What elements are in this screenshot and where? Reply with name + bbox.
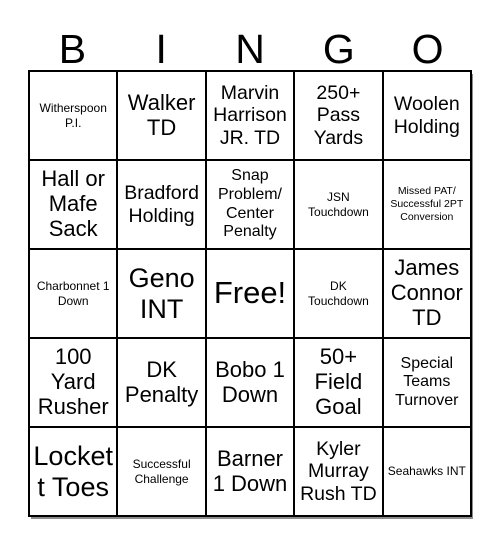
- bingo-grid: Witherspoon P.I. Walker TD Marvin Harris…: [28, 70, 472, 517]
- bingo-cell[interactable]: Witherspoon P.I.: [30, 72, 119, 161]
- bingo-cell[interactable]: Bobo 1 Down: [206, 339, 296, 428]
- bingo-cell-label: Hall or Mafe Sack: [41, 166, 105, 241]
- bingo-cell[interactable]: JSN Touchdown: [295, 161, 384, 250]
- bingo-cell[interactable]: Seahawks INT: [383, 428, 472, 517]
- bingo-cell[interactable]: Bradford Holding: [118, 161, 207, 250]
- bingo-header-letter-o: O: [411, 26, 444, 72]
- bingo-card: B I N G O Witherspoon P.I. Walker TD Mar…: [28, 14, 472, 517]
- bingo-header-row: B I N G O: [28, 14, 472, 70]
- bingo-cell[interactable]: Walker TD: [118, 72, 207, 161]
- bingo-cell[interactable]: Hall or Mafe Sack: [30, 161, 119, 250]
- bingo-cell-label: Walker TD: [127, 89, 196, 140]
- bingo-cell[interactable]: Lockett Toes: [30, 428, 119, 517]
- bingo-cell-label: Witherspoon P.I.: [39, 100, 107, 130]
- bingo-cell[interactable]: 100 Yard Rusher: [30, 339, 119, 428]
- bingo-cell[interactable]: 50+ Field Goal: [295, 339, 384, 428]
- bingo-cell[interactable]: 250+ Pass Yards: [295, 72, 384, 161]
- bingo-cell-label: JSN Touchdown: [308, 189, 369, 219]
- bingo-cell-label: 250+ Pass Yards: [313, 82, 364, 149]
- bingo-cell[interactable]: Woolen Holding: [383, 72, 472, 161]
- bingo-header-letter-i: I: [155, 26, 167, 72]
- bingo-cell-label: Charbonnet 1 Down: [36, 278, 110, 308]
- bingo-cell-label: 50+ Field Goal: [314, 344, 363, 419]
- bingo-cell-label: Bobo 1 Down: [215, 356, 285, 407]
- bingo-cell-label: James Connor TD: [390, 255, 463, 330]
- bingo-cell-label: Missed PAT/ Successful 2PT Conversion: [390, 184, 464, 224]
- bingo-cell-label: Barner 1 Down: [212, 445, 288, 496]
- bingo-header-letter-n: N: [235, 26, 265, 72]
- bingo-cell-label: Bradford Holding: [124, 182, 199, 227]
- bingo-cell-label: Marvin Harrison JR. TD: [213, 82, 287, 149]
- bingo-free-space-label: Free!: [213, 275, 287, 311]
- bingo-cell-free-space[interactable]: Free!: [206, 250, 296, 339]
- bingo-header-letter-b: B: [58, 26, 87, 72]
- bingo-cell[interactable]: Snap Problem/ Center Penalty: [206, 161, 296, 250]
- bingo-cell-label: DK Penalty: [124, 356, 199, 407]
- bingo-cell[interactable]: Geno INT: [118, 250, 207, 339]
- bingo-cell[interactable]: Marvin Harrison JR. TD: [206, 72, 296, 161]
- bingo-header-letter-g: G: [322, 26, 355, 72]
- bingo-cell[interactable]: Kyler Murray Rush TD: [295, 428, 384, 517]
- bingo-cell[interactable]: DK Penalty: [118, 339, 207, 428]
- bingo-cell-label: Seahawks INT: [387, 464, 466, 479]
- bingo-cell[interactable]: Charbonnet 1 Down: [30, 250, 119, 339]
- bingo-cell-label: Snap Problem/ Center Penalty: [217, 167, 282, 241]
- bingo-cell[interactable]: Special Teams Turnover: [383, 339, 472, 428]
- bingo-cell-label: Special Teams Turnover: [395, 354, 459, 409]
- bingo-cell-label: Successful Challenge: [132, 456, 191, 486]
- bingo-cell-label: Woolen Holding: [393, 93, 460, 138]
- bingo-cell[interactable]: Successful Challenge: [118, 428, 207, 517]
- bingo-cell[interactable]: Missed PAT/ Successful 2PT Conversion: [383, 161, 472, 250]
- bingo-cell-label: 100 Yard Rusher: [37, 344, 109, 419]
- bingo-cell-label: Lockett Toes: [33, 441, 113, 502]
- bingo-cell[interactable]: DK Touchdown: [295, 250, 384, 339]
- bingo-cell-label: Kyler Murray Rush TD: [300, 438, 377, 505]
- bingo-cell-label: DK Touchdown: [308, 278, 369, 308]
- bingo-cell[interactable]: James Connor TD: [383, 250, 472, 339]
- bingo-cell[interactable]: Barner 1 Down: [206, 428, 296, 517]
- bingo-cell-label: Geno INT: [128, 263, 195, 324]
